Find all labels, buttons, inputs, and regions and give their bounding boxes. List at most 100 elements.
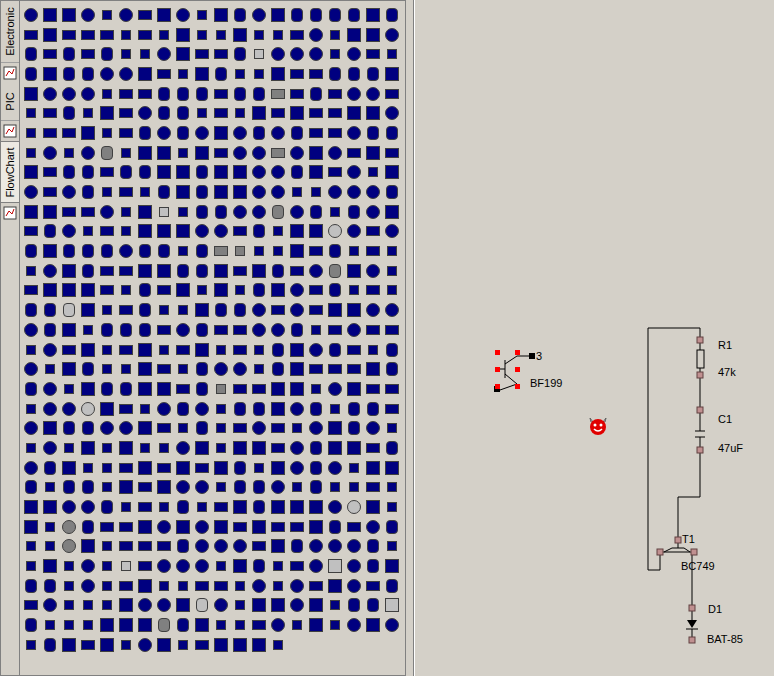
palette-item-icon[interactable] (78, 418, 97, 438)
palette-item-icon[interactable] (21, 615, 40, 635)
palette-item-icon[interactable] (21, 202, 40, 222)
palette-item-icon[interactable] (40, 320, 59, 340)
palette-item-icon[interactable] (287, 379, 306, 399)
palette-item-icon[interactable] (21, 103, 40, 123)
palette-item-icon[interactable] (116, 399, 135, 419)
palette-item-icon[interactable] (173, 556, 192, 576)
palette-item-icon[interactable] (306, 556, 325, 576)
palette-item-icon[interactable] (154, 517, 173, 537)
palette-item-icon[interactable] (344, 340, 363, 360)
palette-item-icon[interactable] (230, 615, 249, 635)
palette-item-icon[interactable] (40, 241, 59, 261)
palette-item-icon[interactable] (116, 143, 135, 163)
palette-item-icon[interactable] (40, 615, 59, 635)
palette-item-icon[interactable] (59, 281, 78, 301)
palette-item-icon[interactable] (59, 379, 78, 399)
tab-icon[interactable] (1, 121, 19, 141)
palette-item-icon[interactable] (382, 5, 401, 25)
palette-item-icon[interactable] (325, 241, 344, 261)
palette-item-icon[interactable] (363, 537, 382, 557)
palette-item-icon[interactable] (211, 103, 230, 123)
palette-item-icon[interactable] (306, 478, 325, 498)
palette-item-icon[interactable] (192, 64, 211, 84)
palette-item-icon[interactable] (306, 300, 325, 320)
palette-item-icon[interactable] (268, 635, 287, 655)
palette-item-icon[interactable] (40, 281, 59, 301)
palette-item-icon[interactable] (135, 537, 154, 557)
palette-item-icon[interactable] (21, 143, 40, 163)
palette-item-icon[interactable] (382, 84, 401, 104)
palette-item-icon[interactable] (40, 300, 59, 320)
palette-item-icon[interactable] (306, 182, 325, 202)
palette-item-icon[interactable] (40, 379, 59, 399)
palette-item-icon[interactable] (249, 615, 268, 635)
palette-item-icon[interactable] (97, 222, 116, 242)
palette-item-icon[interactable] (287, 556, 306, 576)
palette-item-icon[interactable] (211, 458, 230, 478)
palette-item-icon[interactable] (363, 261, 382, 281)
palette-item-icon[interactable] (211, 281, 230, 301)
palette-item-icon[interactable] (135, 261, 154, 281)
palette-item-icon[interactable] (230, 379, 249, 399)
palette-item-icon[interactable] (116, 359, 135, 379)
palette-item-icon[interactable] (40, 64, 59, 84)
palette-item-icon[interactable] (268, 241, 287, 261)
palette-item-icon[interactable] (230, 222, 249, 242)
palette-item-icon[interactable] (135, 103, 154, 123)
palette-item-icon[interactable] (211, 340, 230, 360)
palette-item-icon[interactable] (363, 379, 382, 399)
palette-item-icon[interactable] (230, 359, 249, 379)
palette-item-icon[interactable] (116, 615, 135, 635)
palette-item-icon[interactable] (306, 458, 325, 478)
palette-item-icon[interactable] (268, 84, 287, 104)
palette-item-icon[interactable] (211, 517, 230, 537)
palette-item-icon[interactable] (306, 596, 325, 616)
palette-item-icon[interactable] (211, 64, 230, 84)
palette-item-icon[interactable] (173, 438, 192, 458)
palette-item-icon[interactable] (325, 261, 344, 281)
palette-item-icon[interactable] (97, 320, 116, 340)
palette-item-icon[interactable] (116, 281, 135, 301)
palette-item-icon[interactable] (21, 596, 40, 616)
palette-item-icon[interactable] (382, 320, 401, 340)
palette-item-icon[interactable] (382, 44, 401, 64)
palette-item-icon[interactable] (363, 222, 382, 242)
side-tab[interactable]: PIC (1, 83, 19, 121)
palette-item-icon[interactable] (211, 615, 230, 635)
palette-item-icon[interactable] (192, 182, 211, 202)
palette-item-icon[interactable] (154, 596, 173, 616)
palette-item-icon[interactable] (154, 399, 173, 419)
palette-item-icon[interactable] (230, 300, 249, 320)
palette-item-icon[interactable] (59, 143, 78, 163)
palette-item-icon[interactable] (325, 478, 344, 498)
palette-item-icon[interactable] (382, 222, 401, 242)
palette-item-icon[interactable] (192, 596, 211, 616)
palette-item-icon[interactable] (135, 596, 154, 616)
palette-item-icon[interactable] (287, 615, 306, 635)
palette-item-icon[interactable] (344, 300, 363, 320)
palette-item-icon[interactable] (173, 615, 192, 635)
component-value[interactable]: BF199 (530, 377, 562, 390)
palette-item-icon[interactable] (154, 163, 173, 183)
palette-item-icon[interactable] (287, 596, 306, 616)
palette-item-icon[interactable] (135, 615, 154, 635)
palette-item-icon[interactable] (116, 556, 135, 576)
palette-item-icon[interactable] (249, 281, 268, 301)
palette-item-icon[interactable] (325, 359, 344, 379)
palette-item-icon[interactable] (230, 123, 249, 143)
palette-item-icon[interactable] (268, 163, 287, 183)
palette-item-icon[interactable] (78, 458, 97, 478)
palette-item-icon[interactable] (192, 103, 211, 123)
palette-item-icon[interactable] (135, 44, 154, 64)
palette-item-icon[interactable] (40, 202, 59, 222)
palette-item-icon[interactable] (135, 635, 154, 655)
component-value[interactable]: 47uF (718, 442, 743, 455)
palette-item-icon[interactable] (382, 615, 401, 635)
palette-item-icon[interactable] (173, 517, 192, 537)
palette-item-icon[interactable] (287, 576, 306, 596)
palette-item-icon[interactable] (325, 5, 344, 25)
palette-item-icon[interactable] (154, 576, 173, 596)
palette-item-icon[interactable] (78, 320, 97, 340)
splitter[interactable] (406, 0, 414, 676)
palette-item-icon[interactable] (382, 300, 401, 320)
